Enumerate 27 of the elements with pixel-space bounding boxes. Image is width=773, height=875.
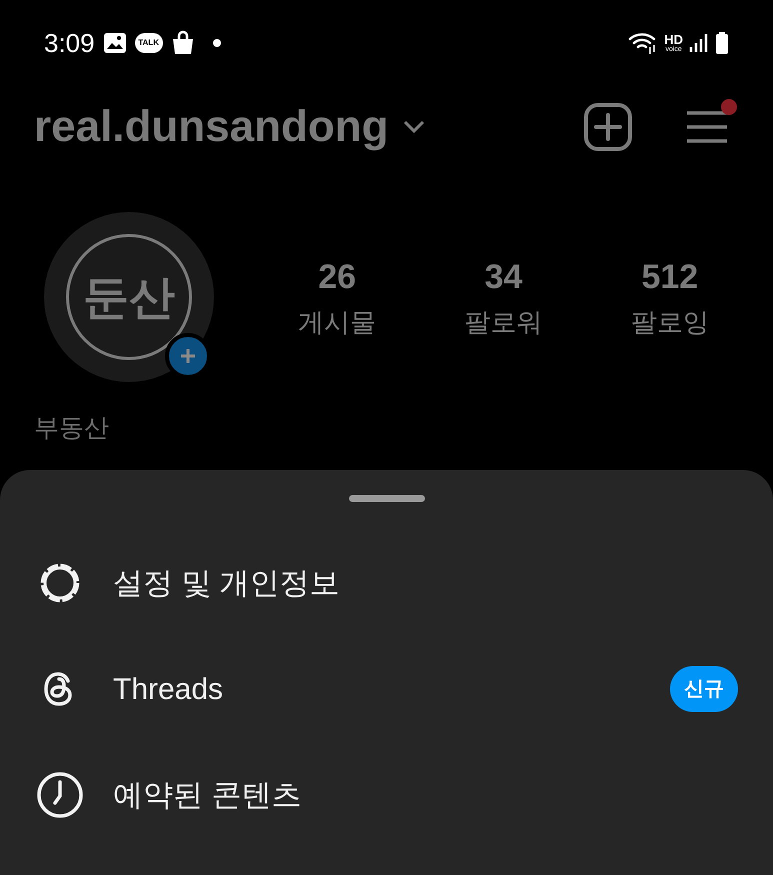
stat-label: 게시물 xyxy=(298,306,376,339)
chevron-down-icon[interactable] xyxy=(402,119,426,135)
image-icon xyxy=(102,31,127,55)
menu-item-label: Threads xyxy=(113,672,224,708)
plus-icon xyxy=(179,347,197,365)
stat-value: 34 xyxy=(484,257,522,298)
battery-icon xyxy=(715,32,729,54)
menu-item[interactable]: 예약된 콘텐츠 xyxy=(0,766,773,824)
username: real.dunsandong xyxy=(34,101,388,153)
stat-value: 512 xyxy=(641,257,698,298)
clock-icon xyxy=(35,770,85,820)
menu-item-label: 예약된 콘텐츠 xyxy=(113,778,302,814)
hd-label: HD xyxy=(664,33,683,46)
menu-item-label: 설정 및 개인정보 xyxy=(113,566,340,602)
menu-item[interactable]: Threads 신규 xyxy=(0,660,773,718)
stat-value: 26 xyxy=(318,257,356,298)
status-time: 3:09 xyxy=(44,26,95,60)
stat-label: 팔로워 xyxy=(464,306,542,339)
add-post-icon[interactable] xyxy=(583,102,633,152)
stat-label: 팔로잉 xyxy=(630,306,709,339)
menu-item[interactable]: 설정 및 개인정보 xyxy=(0,554,773,612)
shopping-bag-icon xyxy=(170,30,195,56)
profile-name: 부동산 xyxy=(34,414,109,442)
signal-icon xyxy=(689,32,709,54)
new-badge: 신규 xyxy=(670,666,738,712)
chat-bubble-icon: TALK xyxy=(134,33,163,53)
drag-handle[interactable] xyxy=(348,495,424,502)
